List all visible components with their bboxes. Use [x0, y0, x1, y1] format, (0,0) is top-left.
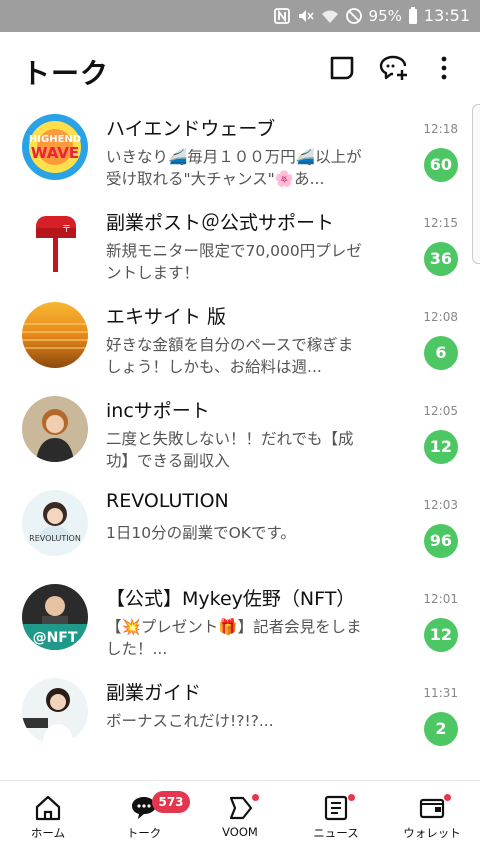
- search-chat-button[interactable]: [326, 52, 358, 84]
- nav-label: トーク: [126, 826, 162, 840]
- chat-preview: 1日10分の副業でOKです。: [106, 524, 296, 542]
- nfc-icon: [273, 7, 291, 25]
- chat-preview: いきなり🚄毎月１００万円🚄以上が受け取れる"大チャンス"🌸あ...: [106, 148, 362, 188]
- chat-preview: ボーナスこれだけ!?!?...: [106, 712, 274, 730]
- chat-list[interactable]: HIGHEND WAVE ハイエンドウェーブ いきなり🚄毎月１００万円🚄以上が受け…: [0, 104, 480, 776]
- unread-badge: 12: [423, 430, 458, 464]
- unread-badge: 6: [424, 336, 458, 370]
- chat-row[interactable]: incサポート 二度と失敗しない！！だれでも【成功】できる副収入 12:05 1…: [0, 386, 480, 480]
- new-dot: [444, 794, 451, 801]
- chat-name: 【公式】Mykey佐野（NFT）: [106, 588, 356, 610]
- nav-label: ウォレット: [403, 826, 461, 840]
- clock: 13:51: [423, 6, 470, 25]
- scrollbar[interactable]: [472, 104, 480, 264]
- avatar: 〒: [22, 208, 88, 274]
- news-icon: [321, 793, 351, 823]
- home-icon: [33, 793, 63, 823]
- more-menu-icon: [441, 56, 447, 80]
- chat-row[interactable]: @NFT 【公式】Mykey佐野（NFT） 【💥プレゼント🎁】記者会見をしました…: [0, 574, 480, 668]
- nav-home[interactable]: ホーム: [0, 781, 96, 854]
- nav-label: VOOM: [222, 825, 258, 839]
- nav-label: ホーム: [30, 826, 66, 840]
- avatar: @NFT: [22, 584, 88, 650]
- chat-row[interactable]: HIGHEND WAVE ハイエンドウェーブ いきなり🚄毎月１００万円🚄以上が受け…: [0, 104, 480, 198]
- chat-row[interactable]: エキサイト 版 好きな金額を自分のペースで稼ぎましょう！しかも、お給料は週...…: [0, 292, 480, 386]
- nav-talk[interactable]: 573 トーク: [96, 781, 192, 854]
- avatar: [22, 302, 88, 368]
- chat-preview: 【💥プレゼント🎁】記者会見をしました！...: [106, 618, 362, 658]
- bottom-nav: ホーム 573 トーク VOOM ニュース ウォレット: [0, 780, 480, 854]
- chat-name: エキサイト 版: [106, 306, 227, 328]
- chat-name: incサポート: [106, 400, 210, 422]
- wifi-icon: [321, 7, 339, 25]
- nav-wallet[interactable]: ウォレット: [384, 781, 480, 854]
- svg-text:WAVE: WAVE: [31, 144, 79, 162]
- chat-row[interactable]: 〒 副業ポスト＠公式サポート 新規モニター限定で70,000円プレゼントします！…: [0, 198, 480, 292]
- chat-preview: 二度と失敗しない！！だれでも【成功】できる副収入: [106, 430, 354, 470]
- svg-text:@NFT: @NFT: [33, 630, 78, 646]
- more-menu-button[interactable]: [428, 52, 460, 84]
- no-entry-icon: [345, 7, 363, 25]
- avatar: HIGHEND WAVE: [22, 114, 88, 180]
- status-bar: 95% 13:51: [0, 0, 480, 32]
- chat-row[interactable]: 副業ガイド ボーナスこれだけ!?!?... 11:31 2: [0, 668, 480, 762]
- chat-time: 11:31: [423, 686, 458, 700]
- new-chat-icon: [379, 55, 407, 80]
- chat-preview: 好きな金額を自分のペースで稼ぎましょう！しかも、お給料は週...: [106, 336, 354, 376]
- nav-label: ニュース: [313, 826, 359, 840]
- unread-badge: 2: [424, 712, 458, 746]
- chat-name: 副業ポスト＠公式サポート: [106, 212, 335, 234]
- nav-news[interactable]: ニュース: [288, 781, 384, 854]
- battery-percent: 95%: [368, 6, 402, 25]
- chat-time: 12:08: [423, 310, 458, 324]
- header: トーク: [0, 32, 480, 104]
- chat-time: 12:15: [423, 216, 458, 230]
- page-title: トーク: [22, 57, 110, 90]
- chat-row[interactable]: REVOLUTION REVOLUTION 1日10分の副業でOKです。 12:…: [0, 480, 480, 574]
- battery-icon: [408, 6, 418, 25]
- wallet-icon: [417, 793, 447, 823]
- chat-time: 12:18: [423, 122, 458, 136]
- unread-badge: 96: [423, 524, 458, 558]
- new-dot: [252, 794, 259, 801]
- avatar: REVOLUTION: [22, 490, 88, 556]
- new-dot: [348, 794, 355, 801]
- voom-icon: [225, 793, 255, 823]
- new-chat-button[interactable]: [378, 52, 410, 84]
- chat-time: 12:01: [423, 592, 458, 606]
- unread-badge: 12: [423, 618, 458, 652]
- search-chat-icon: [330, 56, 354, 80]
- svg-text:REVOLUTION: REVOLUTION: [29, 534, 81, 543]
- svg-text:〒: 〒: [62, 225, 71, 235]
- chat-time: 12:05: [423, 404, 458, 418]
- unread-badge: 36: [423, 242, 458, 276]
- unread-total-badge: 573: [152, 791, 190, 813]
- chat-name: 副業ガイド: [106, 682, 202, 704]
- chat-name: ハイエンドウェーブ: [106, 118, 276, 140]
- chat-name: REVOLUTION: [106, 490, 229, 512]
- avatar: [22, 678, 88, 744]
- unread-badge: 60: [423, 148, 458, 182]
- chat-preview: 新規モニター限定で70,000円プレゼントします！: [106, 242, 362, 282]
- mute-icon: [297, 7, 315, 25]
- chat-time: 12:03: [423, 498, 458, 512]
- avatar: [22, 396, 88, 462]
- nav-voom[interactable]: VOOM: [192, 781, 288, 854]
